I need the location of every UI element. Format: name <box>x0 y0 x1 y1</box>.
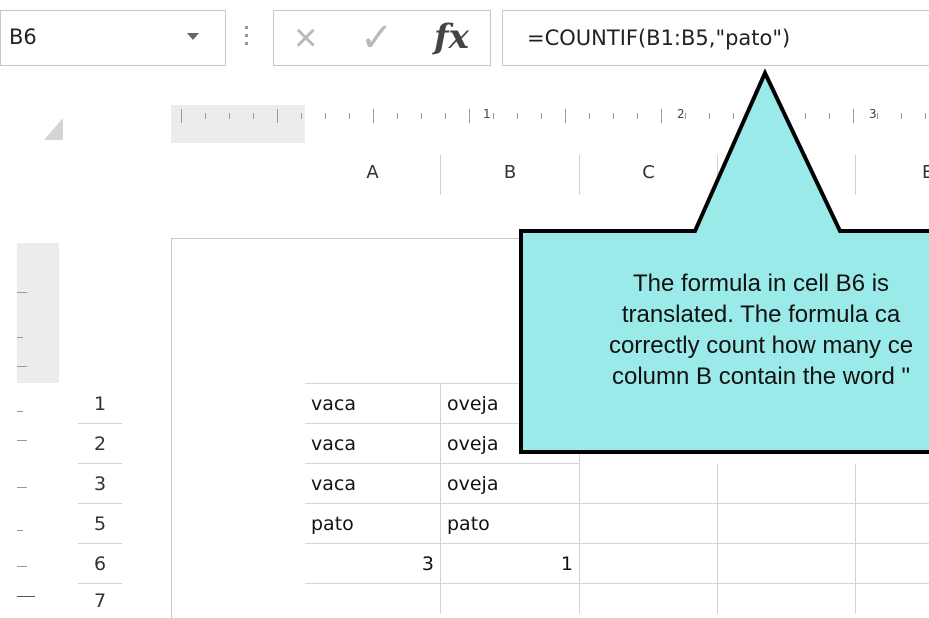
callout: The formula in cell B6 is translated. Th… <box>0 0 929 613</box>
callout-line-3: correctly count how many ce <box>608 332 914 359</box>
callout-bubble <box>519 68 929 454</box>
callout-line-2: translated. The formula ca <box>621 301 901 328</box>
callout-text: The formula in cell B6 is translated. Th… <box>521 268 929 392</box>
callout-line-1: The formula in cell B6 is <box>632 270 890 297</box>
callout-line-4: column B contain the word " <box>611 363 910 390</box>
